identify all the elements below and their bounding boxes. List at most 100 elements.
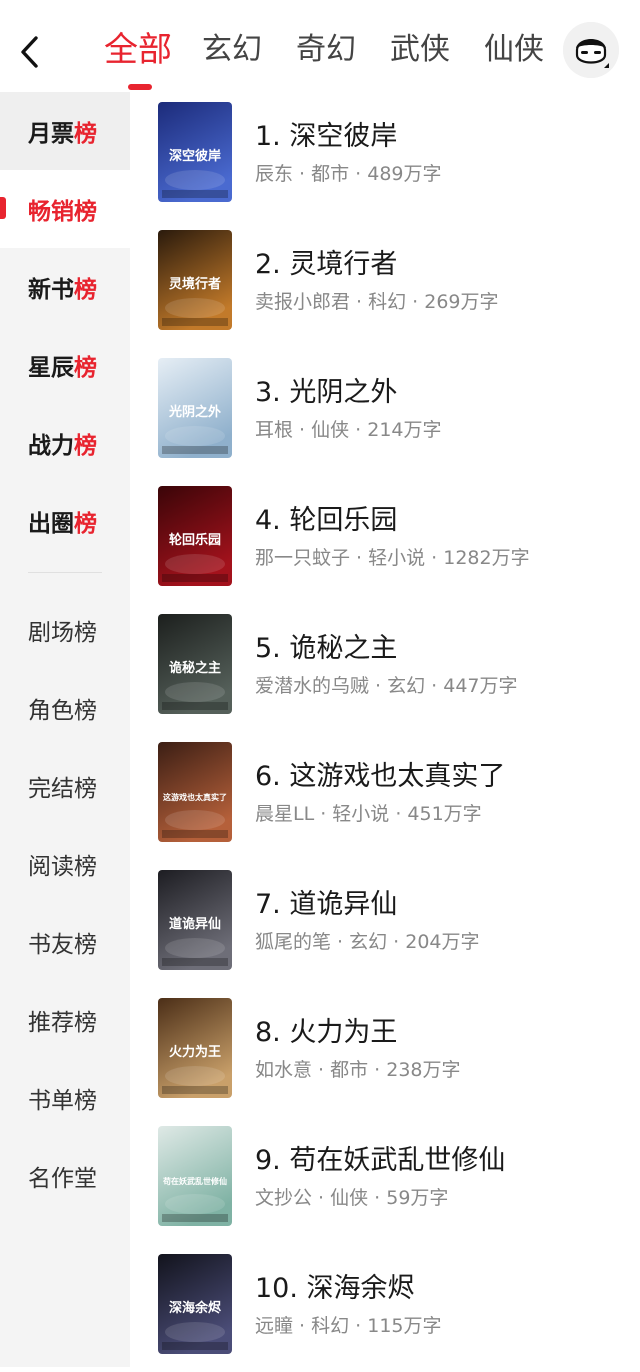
book-meta: 爱潜水的乌贼 · 玄幻 · 447万字 (255, 675, 518, 697)
sidebar-item-label: 新书 (28, 277, 74, 303)
cover-title: 深空彼岸 (169, 148, 221, 164)
book-row[interactable]: 道诡异仙 7. 道诡异仙 狐尾的笔 · 玄幻 · 204万字 (130, 860, 640, 988)
sidebar-item-label: 月票 (28, 121, 74, 147)
book-meta: 辰东 · 都市 · 489万字 (255, 163, 442, 185)
sidebar-item-accent: 榜 (74, 511, 97, 537)
cover-title: 灵境行者 (169, 276, 221, 292)
book-row[interactable]: 诡秘之主 5. 诡秘之主 爱潜水的乌贼 · 玄幻 · 447万字 (130, 604, 640, 732)
cover-title: 道诡异仙 (169, 916, 221, 932)
sidebar-item-recommend[interactable]: 推荐榜 (0, 981, 130, 1059)
cover-art: 灵境行者 (158, 230, 232, 330)
sidebar-item-accent: 榜 (74, 355, 97, 381)
cover-title: 这游戏也太真实了 (163, 792, 227, 802)
back-button[interactable] (14, 30, 48, 74)
book-row[interactable]: 火力为王 8. 火力为王 如水意 · 都市 · 238万字 (130, 988, 640, 1116)
cover-title: 诡秘之主 (169, 660, 221, 676)
tab-wuxia[interactable]: 武侠 (390, 28, 450, 78)
sidebar-item-hall-of-fame[interactable]: 名作堂 (0, 1137, 130, 1215)
book-row[interactable]: 深空彼岸 1. 深空彼岸 辰东 · 都市 · 489万字 (130, 92, 640, 220)
cover-title: 火力为王 (169, 1044, 221, 1060)
book-meta: 文抄公 · 仙侠 · 59万字 (255, 1187, 449, 1209)
book-title: 6. 这游戏也太真实了 (255, 761, 506, 792)
cover-title: 苟在妖武乱世修仙 (162, 1176, 227, 1186)
book-row[interactable]: 这游戏也太真实了 6. 这游戏也太真实了 晨星LL · 轻小说 · 451万字 (130, 732, 640, 860)
book-list: 深空彼岸 1. 深空彼岸 辰东 · 都市 · 489万字 灵境行者 2. 灵境行… (130, 92, 640, 1372)
cover-art: 轮回乐园 (158, 486, 232, 586)
book-title: 10. 深海余烬 (255, 1273, 415, 1304)
sidebar-item-monthly[interactable]: 月票榜 (0, 92, 130, 170)
book-meta: 那一只蚊子 · 轻小说 · 1282万字 (255, 547, 530, 569)
book-row[interactable]: 光阴之外 3. 光阴之外 耳根 · 仙侠 · 214万字 (130, 348, 640, 476)
chevron-left-icon (21, 36, 38, 68)
book-cover[interactable]: 这游戏也太真实了 (158, 742, 232, 842)
sidebar-item-label: 出圈 (28, 511, 74, 537)
book-cover[interactable]: 火力为王 (158, 998, 232, 1098)
sidebar-item-reading[interactable]: 阅读榜 (0, 825, 130, 903)
sidebar-item-booklist[interactable]: 书单榜 (0, 1059, 130, 1137)
sidebar-item-accent: 榜 (74, 199, 97, 225)
book-meta: 如水意 · 都市 · 238万字 (255, 1059, 461, 1081)
cover-title: 光阴之外 (168, 404, 221, 420)
tab-all[interactable]: 全部 (104, 28, 172, 90)
book-meta: 远瞳 · 科幻 · 115万字 (255, 1315, 442, 1337)
book-title: 4. 轮回乐园 (255, 505, 398, 536)
book-cover[interactable]: 深空彼岸 (158, 102, 232, 202)
sidebar-item-friends[interactable]: 书友榜 (0, 903, 130, 981)
sidebar-item-power[interactable]: 战力榜 (0, 404, 130, 482)
sidebar-item-bestseller[interactable]: 畅销榜 (0, 170, 130, 248)
sidebar-divider (28, 572, 102, 573)
avatar-icon (563, 22, 619, 78)
ranking-sidebar: 月票榜 畅销榜 新书榜 星辰榜 战力榜 出圈榜 剧场榜 角色榜 完结榜 阅读榜 … (0, 92, 130, 1367)
cover-title: 轮回乐园 (169, 532, 221, 548)
sidebar-item-accent: 榜 (74, 121, 97, 147)
cover-art: 火力为王 (158, 998, 232, 1098)
book-title: 9. 苟在妖武乱世修仙 (255, 1145, 506, 1176)
book-row[interactable]: 轮回乐园 4. 轮回乐园 那一只蚊子 · 轻小说 · 1282万字 (130, 476, 640, 604)
sidebar-item-completed[interactable]: 完结榜 (0, 747, 130, 825)
sidebar-item-character[interactable]: 角色榜 (0, 669, 130, 747)
cover-art: 诡秘之主 (158, 614, 232, 714)
sidebar-item-label: 星辰 (28, 355, 74, 381)
cover-art: 光阴之外 (158, 358, 232, 458)
book-cover[interactable]: 轮回乐园 (158, 486, 232, 586)
sidebar-item-label: 畅销 (28, 199, 74, 225)
sidebar-item-theater[interactable]: 剧场榜 (0, 591, 130, 669)
sidebar-item-accent: 榜 (74, 433, 97, 459)
sidebar-item-new-books[interactable]: 新书榜 (0, 248, 130, 326)
sidebar-item-accent: 榜 (74, 277, 97, 303)
tab-xuanhuan[interactable]: 玄幻 (202, 28, 262, 78)
book-cover[interactable]: 光阴之外 (158, 358, 232, 458)
top-bar: 全部 玄幻 奇幻 武侠 仙侠 (0, 0, 640, 92)
book-title: 1. 深空彼岸 (255, 121, 398, 152)
book-meta: 卖报小郎君 · 科幻 · 269万字 (255, 291, 499, 313)
book-title: 3. 光阴之外 (255, 377, 398, 408)
cover-art: 深空彼岸 (158, 102, 232, 202)
cover-art: 这游戏也太真实了 (158, 742, 232, 842)
book-cover[interactable]: 灵境行者 (158, 230, 232, 330)
tab-qihuan[interactable]: 奇幻 (296, 28, 356, 78)
book-title: 8. 火力为王 (255, 1017, 398, 1048)
cover-title: 深海余烬 (169, 1300, 222, 1316)
sidebar-item-label: 战力 (28, 433, 74, 459)
book-title: 7. 道诡异仙 (255, 889, 398, 920)
cover-art: 道诡异仙 (158, 870, 232, 970)
book-row[interactable]: 灵境行者 2. 灵境行者 卖报小郎君 · 科幻 · 269万字 (130, 220, 640, 348)
book-cover[interactable]: 诡秘之主 (158, 614, 232, 714)
book-title: 2. 灵境行者 (255, 249, 398, 280)
category-tabs: 全部 玄幻 奇幻 武侠 仙侠 (104, 28, 578, 90)
tab-xianxia[interactable]: 仙侠 (484, 28, 544, 78)
sidebar-item-star[interactable]: 星辰榜 (0, 326, 130, 404)
book-meta: 晨星LL · 轻小说 · 451万字 (255, 803, 482, 825)
book-meta: 狐尾的笔 · 玄幻 · 204万字 (255, 931, 480, 953)
book-row[interactable]: 苟在妖武乱世修仙 9. 苟在妖武乱世修仙 文抄公 · 仙侠 · 59万字 (130, 1116, 640, 1244)
sidebar-item-viral[interactable]: 出圈榜 (0, 482, 130, 560)
book-row[interactable]: 深海余烬 10. 深海余烬 远瞳 · 科幻 · 115万字 (130, 1244, 640, 1372)
book-meta: 耳根 · 仙侠 · 214万字 (255, 419, 442, 441)
book-cover[interactable]: 深海余烬 (158, 1254, 232, 1354)
book-title: 5. 诡秘之主 (255, 633, 398, 664)
book-cover[interactable]: 道诡异仙 (158, 870, 232, 970)
avatar-button[interactable] (563, 22, 619, 78)
cover-art: 深海余烬 (158, 1254, 232, 1354)
book-cover[interactable]: 苟在妖武乱世修仙 (158, 1126, 232, 1226)
cover-art: 苟在妖武乱世修仙 (158, 1126, 232, 1226)
